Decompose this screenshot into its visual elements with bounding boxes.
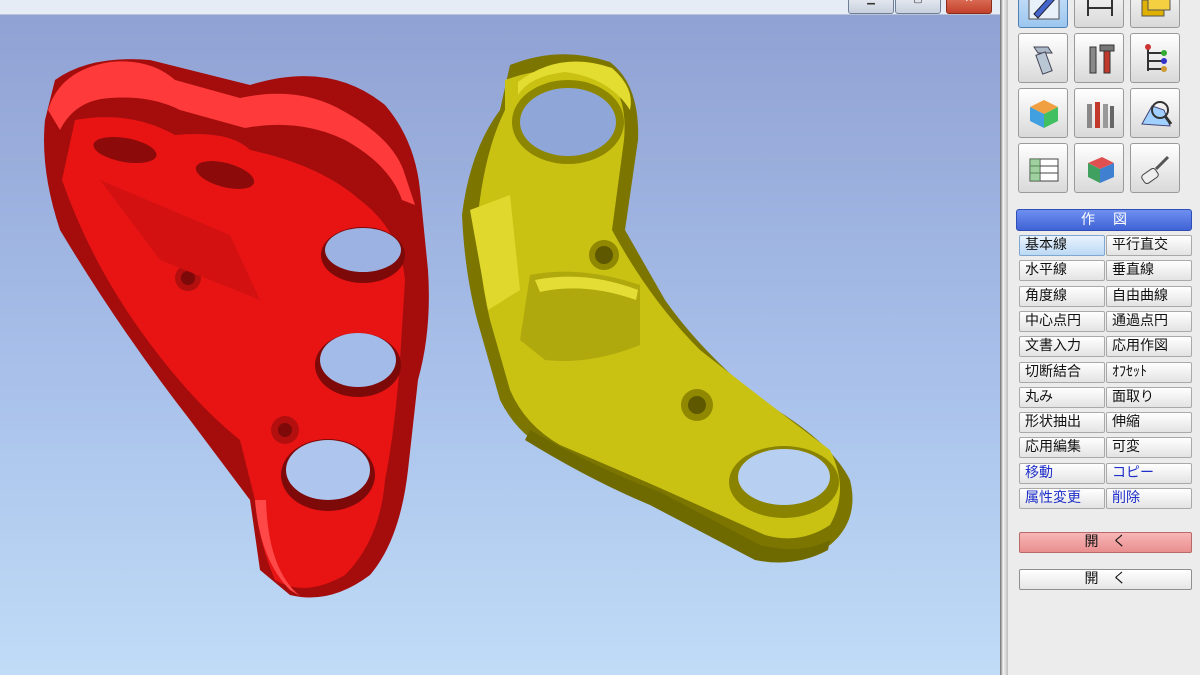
command-button-10[interactable]: 切断結合	[1019, 361, 1105, 383]
red-bracket-part[interactable]	[44, 59, 429, 598]
command-button-1[interactable]: 平行直交	[1106, 235, 1192, 256]
command-button-18[interactable]: 移動	[1019, 462, 1105, 484]
command-button-4[interactable]: 角度線	[1019, 285, 1105, 307]
color-cube-icon[interactable]	[1018, 88, 1068, 138]
command-button-15[interactable]: 伸縮	[1106, 412, 1192, 434]
search-3d-icon[interactable]	[1130, 88, 1180, 138]
command-button-21[interactable]: 削除	[1106, 488, 1192, 509]
command-button-9[interactable]: 応用作図	[1106, 336, 1192, 358]
paint-roller-icon[interactable]	[1130, 143, 1180, 193]
tree-icon[interactable]	[1130, 33, 1180, 83]
3d-viewport[interactable]: ▁ ▢ ✕	[0, 0, 1000, 675]
solid-block-icon[interactable]	[1074, 143, 1124, 193]
command-button-17[interactable]: 可変	[1106, 437, 1192, 459]
section-header-drawing[interactable]: 作図	[1016, 209, 1192, 231]
dimension-icon[interactable]	[1074, 0, 1124, 28]
edit-icon[interactable]	[1018, 0, 1068, 28]
command-button-5[interactable]: 自由曲線	[1106, 285, 1192, 307]
tool-panel: 作図 開く 開く 基本線 平行直交 水平線 垂直線 角度線 自由曲線 中心点円 通過点円 文書入…	[1008, 0, 1200, 675]
command-button-8[interactable]: 文書入力	[1019, 336, 1105, 358]
command-button-6[interactable]: 中心点円	[1019, 310, 1105, 332]
tools-icon[interactable]	[1074, 33, 1124, 83]
command-button-14[interactable]: 形状抽出	[1019, 412, 1105, 434]
command-button-12[interactable]: 丸み	[1019, 386, 1105, 408]
command-button-20[interactable]: 属性変更	[1019, 488, 1105, 509]
multi-tools-icon[interactable]	[1074, 88, 1124, 138]
command-button-19[interactable]: コピー	[1106, 462, 1192, 484]
command-button-13[interactable]: 面取り	[1106, 386, 1192, 408]
bolt-icon[interactable]	[1018, 33, 1068, 83]
open-button[interactable]: 開く	[1019, 569, 1192, 590]
command-button-16[interactable]: 応用編集	[1019, 437, 1105, 459]
command-button-3[interactable]: 垂直線	[1106, 260, 1192, 282]
command-button-0[interactable]: 基本線	[1019, 235, 1105, 256]
open-button-red[interactable]: 開く	[1019, 532, 1192, 553]
command-button-11[interactable]: ｵﾌｾｯﾄ	[1106, 361, 1192, 383]
yellow-bracket-part[interactable]	[462, 54, 853, 563]
layers-icon[interactable]	[1130, 0, 1180, 28]
command-button-7[interactable]: 通過点円	[1106, 310, 1192, 332]
command-button-2[interactable]: 水平線	[1019, 260, 1105, 282]
model-scene	[44, 54, 853, 598]
table-icon[interactable]	[1018, 143, 1068, 193]
panel-splitter[interactable]	[1000, 0, 1008, 675]
